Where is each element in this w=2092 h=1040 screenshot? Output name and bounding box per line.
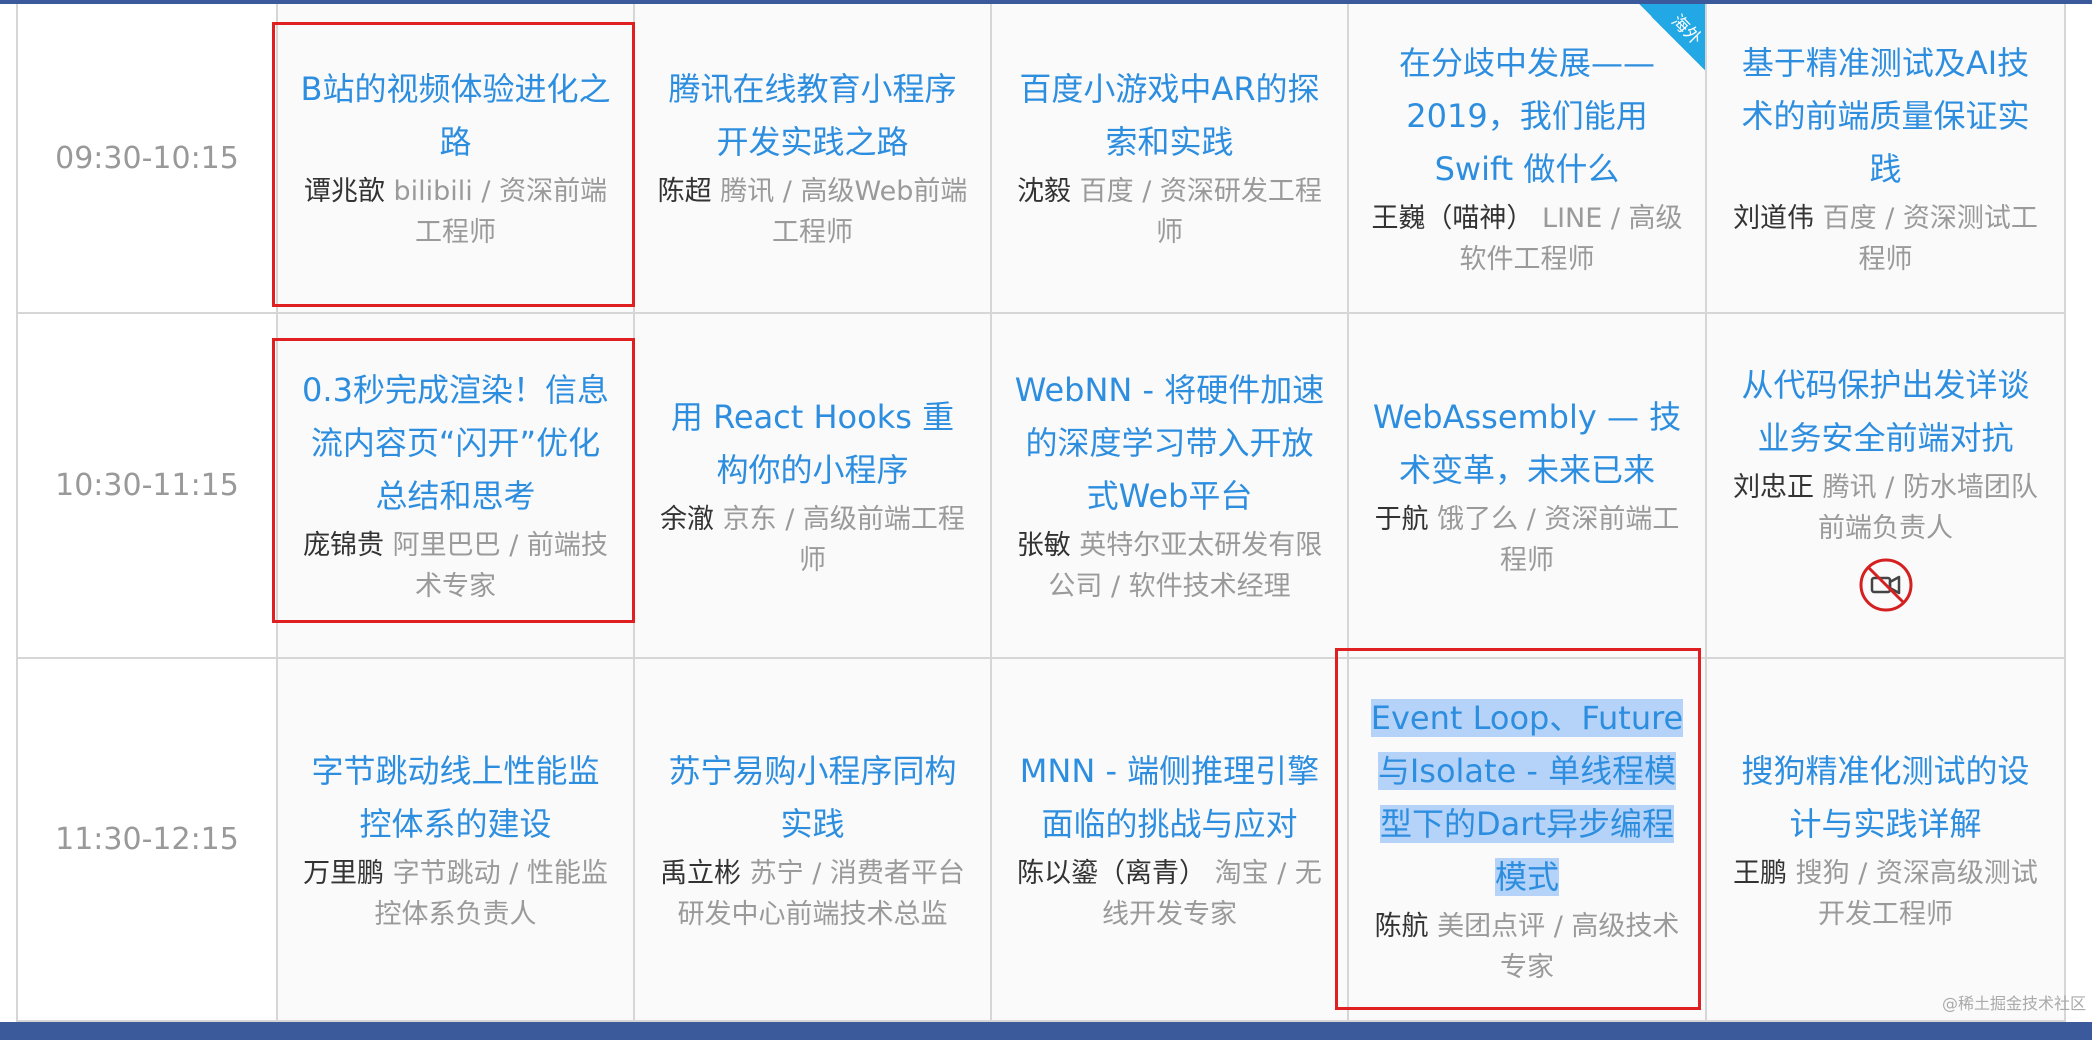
speaker-org: 百度 / 资深测试工程师 xyxy=(1822,202,2038,275)
talk-cell[interactable]: 海外 在分歧中发展——2019，我们能用 Swift 做什么 王巍（喵神） LI… xyxy=(1349,4,1707,314)
time-slot: 11:30-12:15 xyxy=(18,659,278,1022)
talk-speaker-info: 刘忠正 腾讯 / 防水墙团队前端负责人 xyxy=(1727,467,2044,549)
talk-cell[interactable]: WebNN - 将硬件加速的深度学习带入开放式Web平台 张敏 英特尔亚太研发有… xyxy=(992,314,1349,659)
watermark: @稀土掘金技术社区 xyxy=(1941,994,2086,1013)
talk-title[interactable]: 搜狗精准化测试的设计与实践详解 xyxy=(1727,745,2044,851)
talk-cell[interactable]: 字节跳动线上性能监控体系的建设 万里鹏 字节跳动 / 性能监控体系负责人 xyxy=(278,659,635,1022)
speaker-name: 刘道伟 xyxy=(1733,202,1815,234)
talk-cell[interactable]: 基于精准测试及AI技术的前端质量保证实践 刘道伟 百度 / 资深测试工程师 xyxy=(1707,4,2066,314)
talk-speaker-info: 王鹏 搜狗 / 资深高级测试开发工程师 xyxy=(1727,853,2044,935)
speaker-name: 陈超 xyxy=(657,176,712,207)
talk-cell[interactable]: 搜狗精准化测试的设计与实践详解 王鹏 搜狗 / 资深高级测试开发工程师 xyxy=(1707,659,2066,1022)
talk-speaker-info: 王巍（喵神） LINE / 高级软件工程师 xyxy=(1369,198,1685,280)
talk-title[interactable]: 腾讯在线教育小程序开发实践之路 xyxy=(655,63,970,169)
speaker-name: 张敏 xyxy=(1016,530,1071,561)
talk-speaker-info: 万里鹏 字节跳动 / 性能监控体系负责人 xyxy=(298,853,613,935)
talk-cell[interactable]: WebAssembly — 技术变革，未来已来 于航 饿了么 / 资深前端工程师 xyxy=(1349,314,1707,659)
speaker-name: 万里鹏 xyxy=(303,857,385,889)
talk-speaker-info: 于航 饿了么 / 资深前端工程师 xyxy=(1369,499,1685,581)
speaker-name: 王巍（喵神） xyxy=(1371,202,1534,234)
talk-speaker-info: 沈毅 百度 / 资深研发工程师 xyxy=(1012,171,1327,253)
talk-cell[interactable]: 从代码保护出发详谈业务安全前端对抗 刘忠正 腾讯 / 防水墙团队前端负责人 xyxy=(1707,314,2066,659)
talk-title[interactable]: 百度小游戏中AR的探索和实践 xyxy=(1012,63,1327,169)
overseas-badge: 海外 xyxy=(1637,4,1705,72)
speaker-org: 字节跳动 / 性能监控体系负责人 xyxy=(374,857,608,930)
talk-cell[interactable]: 用 React Hooks 重构你的小程序 余澈 京东 / 高级前端工程师 xyxy=(635,314,992,659)
talk-title[interactable]: 基于精准测试及AI技术的前端质量保证实践 xyxy=(1727,37,2044,196)
talk-title[interactable]: 从代码保护出发详谈业务安全前端对抗 xyxy=(1727,359,2044,465)
speaker-name: 禹立彬 xyxy=(660,857,742,889)
speaker-name: 王鹏 xyxy=(1733,857,1788,889)
highlight-box xyxy=(272,338,635,623)
talk-speaker-info: 张敏 英特尔亚太研发有限公司 / 软件技术经理 xyxy=(1012,525,1327,607)
speaker-org: 搜狗 / 资深高级测试开发工程师 xyxy=(1795,857,2038,930)
talk-title[interactable]: 用 React Hooks 重构你的小程序 xyxy=(655,391,970,497)
talk-title[interactable]: WebNN - 将硬件加速的深度学习带入开放式Web平台 xyxy=(1012,364,1327,523)
talk-title[interactable]: 字节跳动线上性能监控体系的建设 xyxy=(298,745,613,851)
talk-cell[interactable]: 腾讯在线教育小程序开发实践之路 陈超 腾讯 / 高级Web前端工程师 xyxy=(635,4,992,314)
talk-cell[interactable]: MNN - 端侧推理引擎面临的挑战与应对 陈以鎏（离青） 淘宝 / 无线开发专家 xyxy=(992,659,1349,1022)
talk-title[interactable]: 苏宁易购小程序同构实践 xyxy=(655,745,970,851)
speaker-org: 京东 / 高级前端工程师 xyxy=(722,503,965,576)
speaker-org: 饿了么 / 资深前端工程师 xyxy=(1437,503,1680,576)
talk-speaker-info: 刘道伟 百度 / 资深测试工程师 xyxy=(1727,198,2044,280)
speaker-name: 余澈 xyxy=(660,503,715,535)
speaker-name: 于航 xyxy=(1374,503,1429,535)
talk-speaker-info: 余澈 京东 / 高级前端工程师 xyxy=(655,499,970,581)
talk-title[interactable]: WebAssembly — 技术变革，未来已来 xyxy=(1369,391,1685,497)
speaker-org: 百度 / 资深研发工程师 xyxy=(1079,176,1322,248)
time-slot: 10:30-11:15 xyxy=(18,314,278,659)
talk-title[interactable]: MNN - 端侧推理引擎面临的挑战与应对 xyxy=(1012,745,1327,851)
talk-cell[interactable]: 苏宁易购小程序同构实践 禹立彬 苏宁 / 消费者平台研发中心前端技术总监 xyxy=(635,659,992,1022)
talk-cell[interactable]: 百度小游戏中AR的探索和实践 沈毅 百度 / 资深研发工程师 xyxy=(992,4,1349,314)
schedule-footer-bar xyxy=(0,1022,2092,1040)
speaker-org: 腾讯 / 高级Web前端工程师 xyxy=(720,176,968,248)
speaker-name: 刘忠正 xyxy=(1733,471,1815,503)
highlight-box xyxy=(272,22,635,307)
highlight-box xyxy=(1335,648,1701,1010)
time-slot: 09:30-10:15 xyxy=(18,4,278,314)
speaker-org: 英特尔亚太研发有限公司 / 软件技术经理 xyxy=(1048,530,1323,602)
talk-speaker-info: 陈以鎏（离青） 淘宝 / 无线开发专家 xyxy=(1012,853,1327,935)
speaker-org: 腾讯 / 防水墙团队前端负责人 xyxy=(1818,471,2038,544)
no-video-icon xyxy=(1859,558,1912,611)
talk-speaker-info: 陈超 腾讯 / 高级Web前端工程师 xyxy=(655,171,970,253)
speaker-name: 沈毅 xyxy=(1017,176,1072,207)
speaker-name: 陈以鎏（离青） xyxy=(1017,857,1207,889)
talk-speaker-info: 禹立彬 苏宁 / 消费者平台研发中心前端技术总监 xyxy=(655,853,970,935)
